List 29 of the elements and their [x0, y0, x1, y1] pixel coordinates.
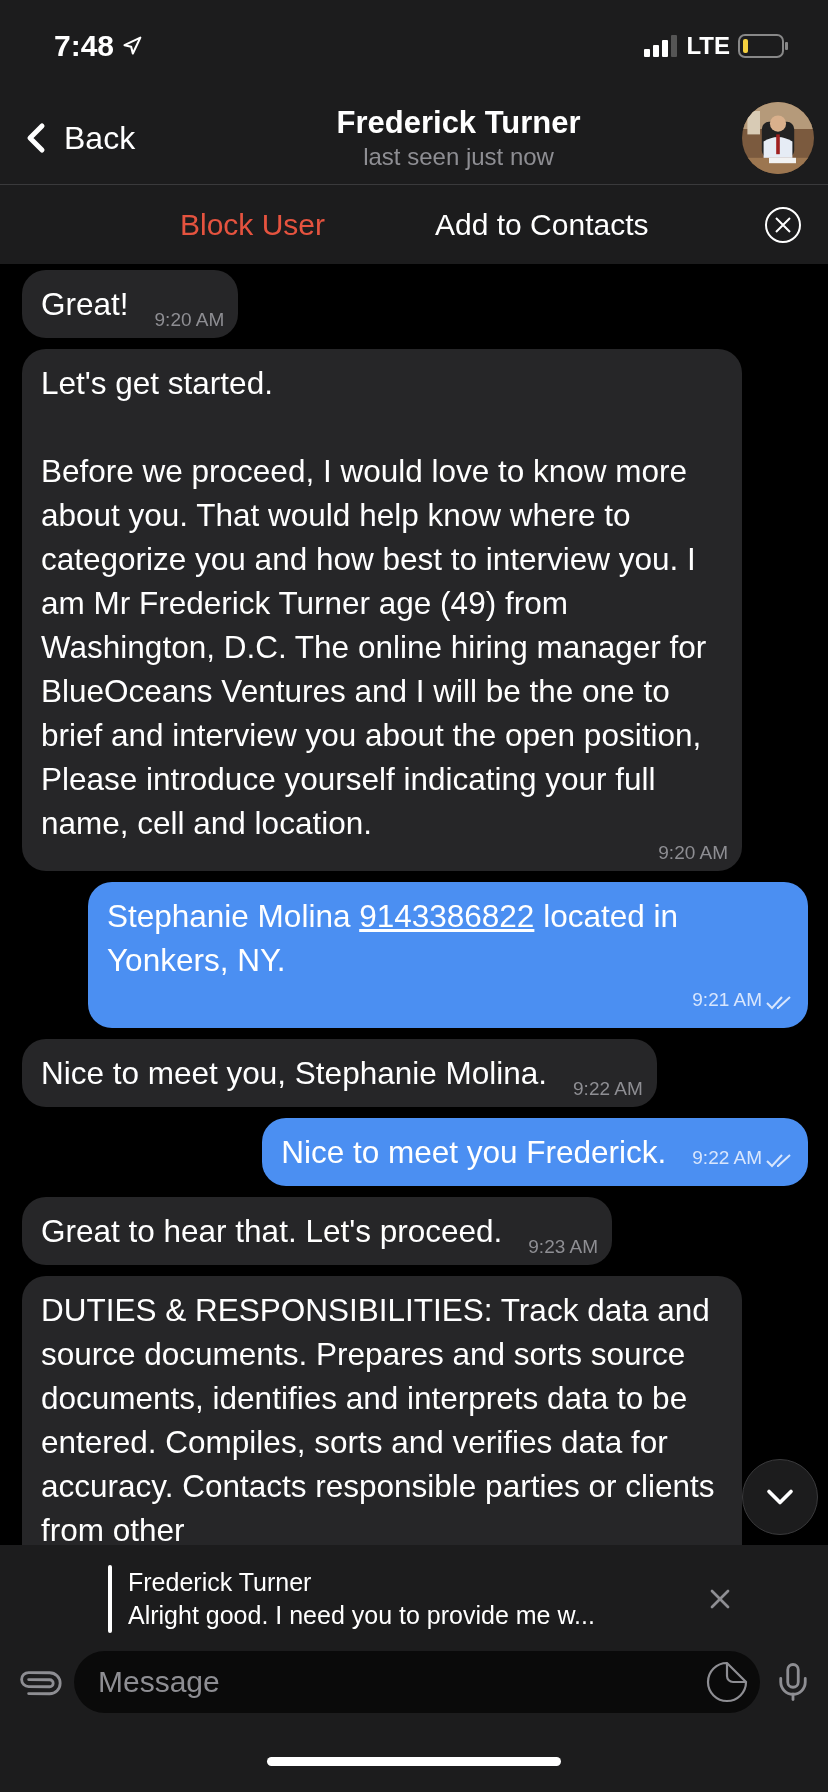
network-label: LTE — [686, 32, 730, 60]
sticker-icon[interactable] — [706, 1661, 748, 1703]
block-user-button[interactable]: Block User — [180, 207, 326, 242]
reply-preview-text: Alright good. I need you to provide me w... — [128, 1601, 596, 1630]
location-arrow-icon — [122, 36, 143, 56]
message-text: Great to hear that. Let's proceed. — [41, 1212, 503, 1251]
reply-sender-name: Frederick Turner — [128, 1568, 313, 1597]
message-time: 9:23 AM — [528, 1235, 598, 1259]
status-time: 7:48 — [54, 29, 115, 63]
chat-title: Frederick Turner — [336, 105, 581, 141]
message-time: 9:21 AM — [692, 988, 762, 1012]
message-time: 9:20 AM — [658, 841, 728, 865]
message-text: Nice to meet you, Stephanie Molina. — [41, 1054, 548, 1093]
add-to-contacts-button[interactable]: Add to Contacts — [435, 207, 654, 242]
message-time: 9:20 AM — [154, 308, 225, 332]
message-time: 9:22 AM — [573, 1077, 643, 1101]
last-seen-status: last seen just now — [363, 143, 554, 171]
message-text: Great! — [41, 285, 129, 324]
back-button[interactable]: Back — [12, 114, 136, 162]
message-text: Stephanie Molina 9143386822 located in Yonkers, NY. — [107, 897, 679, 980]
message-text: Nice to meet you Frederick. — [281, 1133, 667, 1172]
message-text: Before we proceed, I would love to know more about you. That would help know where to categorize you and how best to interview you. I am Mr Frederick Turner age (49) from Washington, D.C. The online hiring manager for BlueOceans Ventures and I will be the one to brief and interview you about the open position, Please introduce yourself indicating your full name, cell and location. — [41, 452, 708, 843]
message-text: DUTIES & RESPONSIBILITIES: Track data and source documents. Prepares and sorts source documents, identifies and interprets data to be entered. Compiles, sorts and verifies data for accuracy. Contacts responsible parties or clients from other — [41, 1291, 716, 1545]
message-text: Let's get started. — [41, 364, 274, 403]
message-field[interactable]: Message — [74, 1651, 760, 1713]
message-time: 9:22 AM — [692, 1146, 762, 1170]
close-icon[interactable] — [764, 205, 802, 244]
battery-icon — [738, 34, 788, 58]
signal-icon — [644, 35, 679, 57]
